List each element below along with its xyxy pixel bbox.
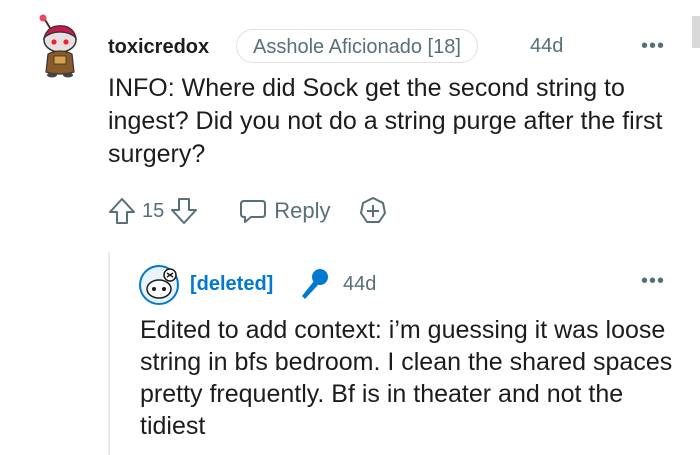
upvote-icon[interactable] [108,196,136,226]
reply-avatar[interactable] [139,265,179,305]
scrollbar-thumb[interactable] [692,16,700,48]
award-icon[interactable] [357,195,389,227]
thread-line[interactable] [108,252,110,455]
comment-actions: 15 Reply [108,194,389,228]
reply-age: 44d [343,273,377,295]
downvote-icon[interactable] [170,196,198,226]
reply-label: Reply [274,198,331,223]
more-options-icon[interactable]: ••• [641,270,665,293]
microphone-icon [296,266,332,302]
reply-username[interactable]: [deleted] [190,273,273,296]
reply-button[interactable]: Reply [238,196,331,226]
more-options-icon[interactable]: ••• [641,35,665,58]
reply-icon [238,196,268,226]
comment-age: 44d [530,35,564,57]
vote-count: 15 [142,199,165,222]
user-flair: Asshole Aficionado [18] [236,29,478,63]
reply-body: Edited to add context: i’m guessing it w… [140,316,673,440]
comment-username[interactable]: toxicredox [108,36,209,59]
user-avatar[interactable] [30,14,86,78]
comment-body: INFO: Where did Sock get the second stri… [108,74,663,168]
